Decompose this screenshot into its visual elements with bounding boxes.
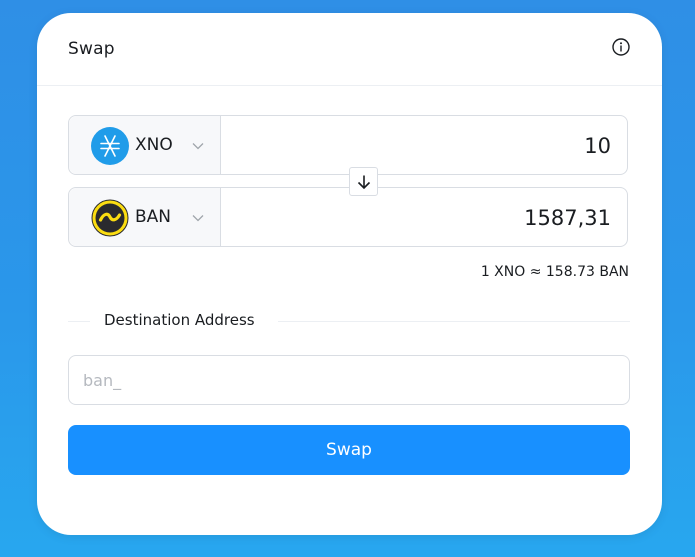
from-token-row: XNO — [68, 115, 628, 175]
info-circle-icon[interactable] — [612, 38, 630, 56]
exchange-rate: 1 XNO ≈ 158.73 BAN — [480, 264, 629, 280]
arrow-down-icon — [357, 175, 371, 190]
to-amount-input[interactable] — [229, 205, 613, 231]
nano-logo-icon — [91, 127, 129, 165]
swap-card: Swap XNO 10 BAN 1587,31 1 XNO ≈ 158.73 B… — [37, 13, 662, 535]
card-title: Swap — [68, 39, 115, 59]
to-token-select[interactable]: BAN — [69, 188, 221, 246]
from-token-symbol: XNO — [135, 135, 173, 155]
banano-logo-icon — [91, 199, 129, 237]
chevron-down-icon — [192, 215, 204, 222]
destination-address-input[interactable] — [68, 355, 630, 405]
swap-button[interactable]: Swap — [68, 425, 630, 475]
divider-left — [68, 321, 90, 322]
destination-address-label: Destination Address — [104, 311, 255, 329]
to-token-row: BAN — [68, 187, 628, 247]
from-amount-input[interactable] — [229, 133, 613, 159]
to-token-symbol: BAN — [135, 207, 172, 227]
card-header: Swap — [37, 13, 662, 86]
divider-right — [278, 321, 630, 322]
swap-direction-button[interactable] — [349, 167, 378, 196]
chevron-down-icon — [192, 143, 204, 150]
from-token-select[interactable]: XNO — [69, 116, 221, 174]
